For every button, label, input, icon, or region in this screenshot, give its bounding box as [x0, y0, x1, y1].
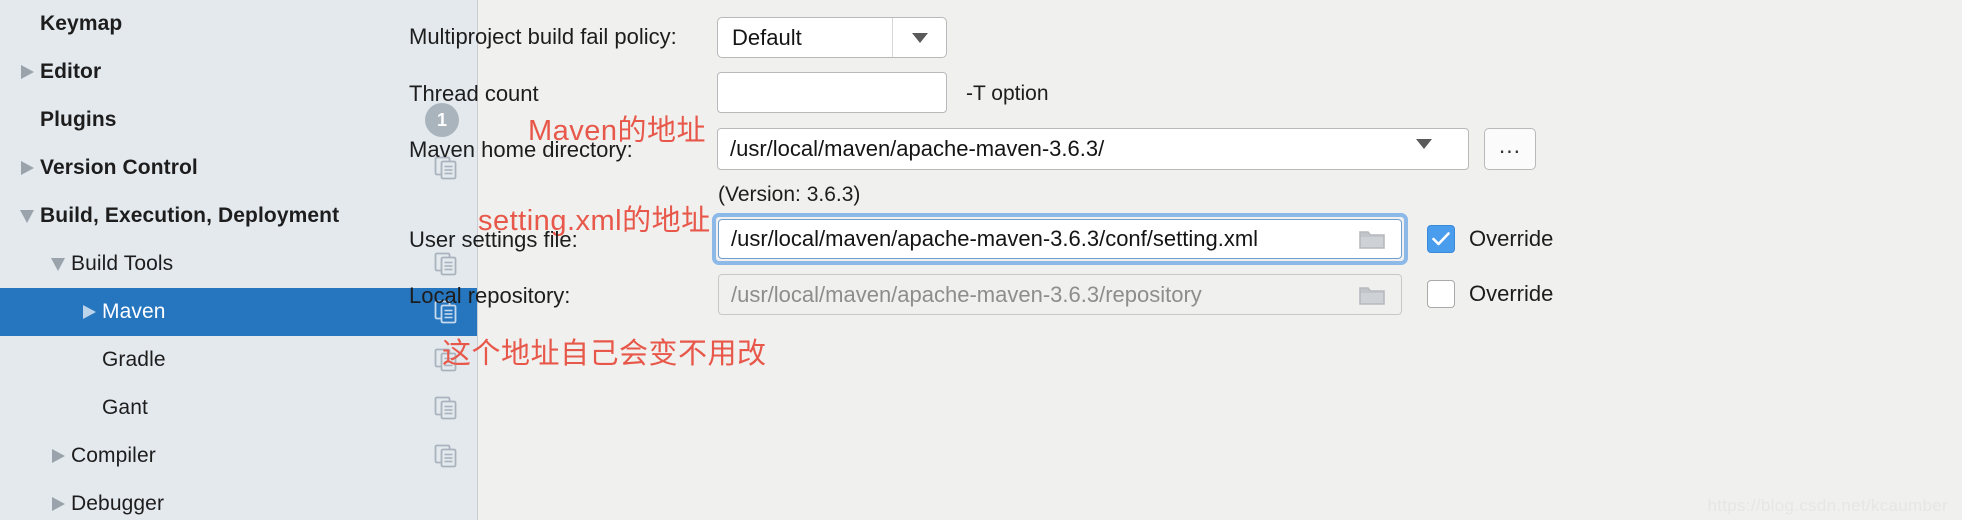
- maven-version-text: (Version: 3.6.3): [718, 183, 861, 206]
- sidebar-item-label: Debugger: [71, 492, 165, 515]
- sidebar-item-label: Maven: [102, 300, 166, 323]
- maven-home-input[interactable]: /usr/local/maven/apache-maven-3.6.3/: [717, 128, 1469, 170]
- chevron-right-icon[interactable]: [45, 496, 71, 512]
- thread-count-label: Thread count: [409, 81, 539, 106]
- sidebar-item-gradle[interactable]: Gradle: [0, 336, 477, 384]
- user-settings-input[interactable]: /usr/local/maven/apache-maven-3.6.3/conf…: [718, 219, 1402, 259]
- maven-home-dropdown-arrow[interactable]: [1416, 129, 1468, 169]
- copy-icon[interactable]: [433, 251, 459, 277]
- fail-policy-label: Multiproject build fail policy:: [409, 24, 677, 49]
- chevron-right-icon[interactable]: [14, 160, 40, 176]
- settings-tree[interactable]: Keymap Editor Plugins 1 Version Control Build…: [0, 0, 477, 520]
- watermark: https://blog.csdn.net/kcaumber: [1707, 496, 1948, 515]
- sidebar-item-label: Compiler: [71, 444, 156, 467]
- copy-icon[interactable]: [433, 443, 459, 469]
- thread-count-hint: -T option: [966, 82, 1049, 105]
- maven-home-label: Maven home directory:: [409, 137, 633, 162]
- sidebar-item-label: Keymap: [40, 12, 123, 35]
- sidebar-item-editor[interactable]: Editor: [0, 48, 477, 96]
- local-repository-override-row[interactable]: Override: [1427, 280, 1553, 308]
- maven-settings-panel: Multiproject build fail policy: Default …: [409, 0, 1962, 520]
- sidebar-item-badge: 1: [425, 103, 459, 137]
- user-settings-override-row[interactable]: Override: [1427, 225, 1553, 253]
- sidebar-item-maven[interactable]: Maven: [0, 288, 477, 336]
- sidebar-item-label: Build, Execution, Deployment: [40, 204, 340, 227]
- local-repository-value: /usr/local/maven/apache-maven-3.6.3/repo…: [731, 281, 1202, 307]
- chevron-right-icon[interactable]: [45, 448, 71, 464]
- chevron-right-icon[interactable]: [76, 304, 102, 320]
- settings-sidebar[interactable]: Keymap Editor Plugins 1 Version Control Build…: [0, 0, 478, 520]
- sidebar-item-build-execution-deployment[interactable]: Build, Execution, Deployment: [0, 192, 477, 240]
- fail-policy-dropdown[interactable]: Default: [717, 17, 947, 58]
- user-settings-override-checkbox[interactable]: [1427, 225, 1455, 253]
- sidebar-item-build-tools[interactable]: Build Tools: [0, 240, 477, 288]
- user-settings-override-label: Override: [1469, 226, 1554, 251]
- sidebar-item-label: Gant: [102, 396, 148, 419]
- sidebar-item-debugger[interactable]: Debugger: [0, 480, 477, 520]
- annotation-local-repository: 这个地址自己会变不用改: [442, 338, 767, 370]
- fail-policy-value: Default: [732, 24, 802, 50]
- sidebar-item-keymap[interactable]: Keymap: [0, 0, 477, 48]
- local-repository-override-checkbox[interactable]: [1427, 280, 1455, 308]
- thread-count-input[interactable]: [717, 72, 947, 113]
- user-settings-value: /usr/local/maven/apache-maven-3.6.3/conf…: [731, 226, 1259, 251]
- copy-icon[interactable]: [433, 395, 459, 421]
- folder-icon[interactable]: [1343, 228, 1401, 250]
- sidebar-item-label: Version Control: [40, 156, 198, 179]
- sidebar-item-compiler[interactable]: Compiler: [0, 432, 477, 480]
- chevron-down-icon[interactable]: [14, 209, 40, 223]
- local-repository-override-label: Override: [1469, 281, 1554, 306]
- local-repository-input: /usr/local/maven/apache-maven-3.6.3/repo…: [718, 274, 1402, 315]
- folder-icon: [1343, 284, 1401, 306]
- sidebar-item-plugins[interactable]: Plugins 1: [0, 96, 477, 144]
- sidebar-item-label: Plugins: [40, 108, 117, 131]
- sidebar-item-label: Build Tools: [71, 252, 174, 275]
- sidebar-item-gant[interactable]: Gant: [0, 384, 477, 432]
- settings-window: Keymap Editor Plugins 1 Version Control Build…: [0, 0, 1962, 520]
- chevron-right-icon[interactable]: [14, 64, 40, 80]
- maven-home-value: /usr/local/maven/apache-maven-3.6.3/: [730, 136, 1105, 161]
- maven-home-browse-button[interactable]: ...: [1484, 128, 1536, 170]
- chevron-down-icon: [892, 18, 946, 57]
- user-settings-label: User settings file:: [409, 227, 578, 252]
- local-repository-label: Local repository:: [409, 283, 571, 308]
- chevron-down-icon[interactable]: [45, 257, 71, 271]
- sidebar-item-version-control[interactable]: Version Control: [0, 144, 477, 192]
- sidebar-item-label: Gradle: [102, 348, 166, 371]
- sidebar-item-label: Editor: [40, 60, 102, 83]
